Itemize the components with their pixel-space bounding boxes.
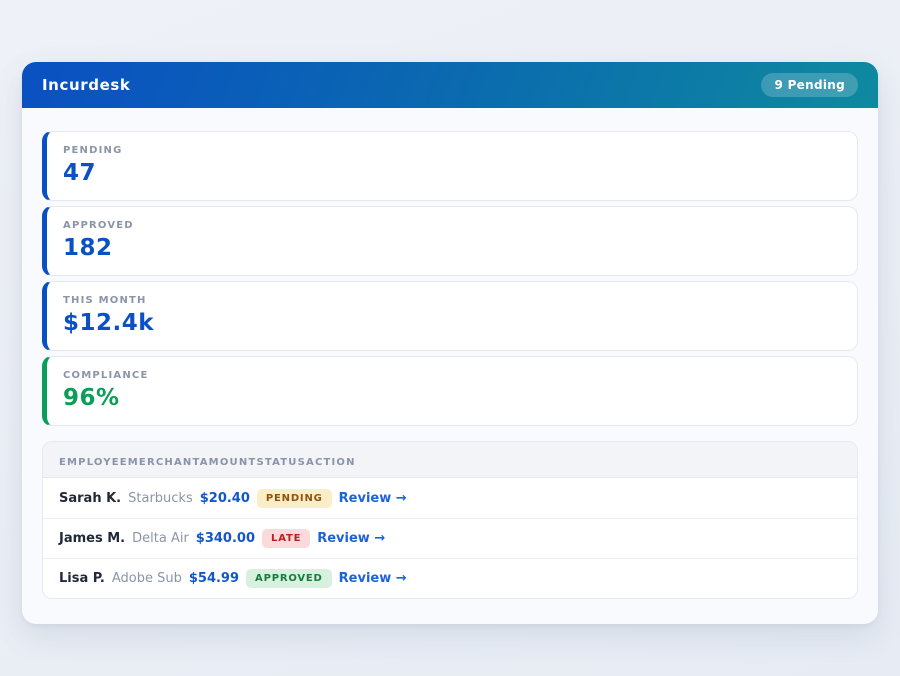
page-background: Incurdesk 9 Pending PENDING 47 APPROVED … [0,0,900,676]
stat-value: 96% [63,385,841,411]
stat-value: 182 [63,235,841,261]
merchant-name: Adobe Sub [112,571,182,586]
arrow-right-icon: → [374,531,385,546]
status-badge: PENDING [257,489,332,508]
employee-name: Sarah K. [59,491,121,506]
table-header-row: EMPLOYEEMERCHANTAMOUNTSTATUSACTION [43,442,857,478]
stat-label: COMPLIANCE [63,370,841,381]
stat-card-approved: APPROVED 182 [42,206,858,276]
employee-name: Lisa P. [59,571,105,586]
amount-value: $54.99 [189,571,239,586]
review-link[interactable]: Review → [317,531,385,546]
stat-label: APPROVED [63,220,841,231]
table-row: James M. Delta Air $340.00 LATE Review → [43,518,857,558]
column-header-merchant: MERCHANT [128,457,200,468]
table-row: Lisa P. Adobe Sub $54.99 APPROVED Review… [43,558,857,598]
stat-card-this-month: THIS MONTH $12.4k [42,281,858,351]
review-link-label: Review [339,571,392,586]
review-link-label: Review [317,531,370,546]
app-title: Incurdesk [42,76,130,94]
review-link[interactable]: Review → [339,571,407,586]
arrow-right-icon: → [396,491,407,506]
stat-card-compliance: COMPLIANCE 96% [42,356,858,426]
status-badge: LATE [262,529,310,548]
pending-count-badge: 9 Pending [761,73,858,97]
merchant-name: Delta Air [132,531,189,546]
arrow-right-icon: → [396,571,407,586]
review-link-label: Review [339,491,392,506]
stat-label: PENDING [63,145,841,156]
employee-name: James M. [59,531,125,546]
amount-value: $340.00 [196,531,255,546]
stat-value: $12.4k [63,310,841,336]
stat-value: 47 [63,160,841,186]
merchant-name: Starbucks [128,491,193,506]
column-header-status: STATUS [256,457,306,468]
stat-label: THIS MONTH [63,295,841,306]
expense-table: EMPLOYEEMERCHANTAMOUNTSTATUSACTION Sarah… [42,441,858,599]
amount-value: $20.40 [200,491,250,506]
column-header-action: ACTION [306,457,356,468]
status-badge: APPROVED [246,569,332,588]
app-window: Incurdesk 9 Pending PENDING 47 APPROVED … [22,62,878,624]
review-link[interactable]: Review → [339,491,407,506]
app-body: PENDING 47 APPROVED 182 THIS MONTH $12.4… [22,108,878,624]
table-row: Sarah K. Starbucks $20.40 PENDING Review… [43,478,857,518]
stat-card-pending: PENDING 47 [42,131,858,201]
column-header-employee: EMPLOYEE [59,457,128,468]
app-header: Incurdesk 9 Pending [22,62,878,108]
column-header-amount: AMOUNT [200,457,257,468]
